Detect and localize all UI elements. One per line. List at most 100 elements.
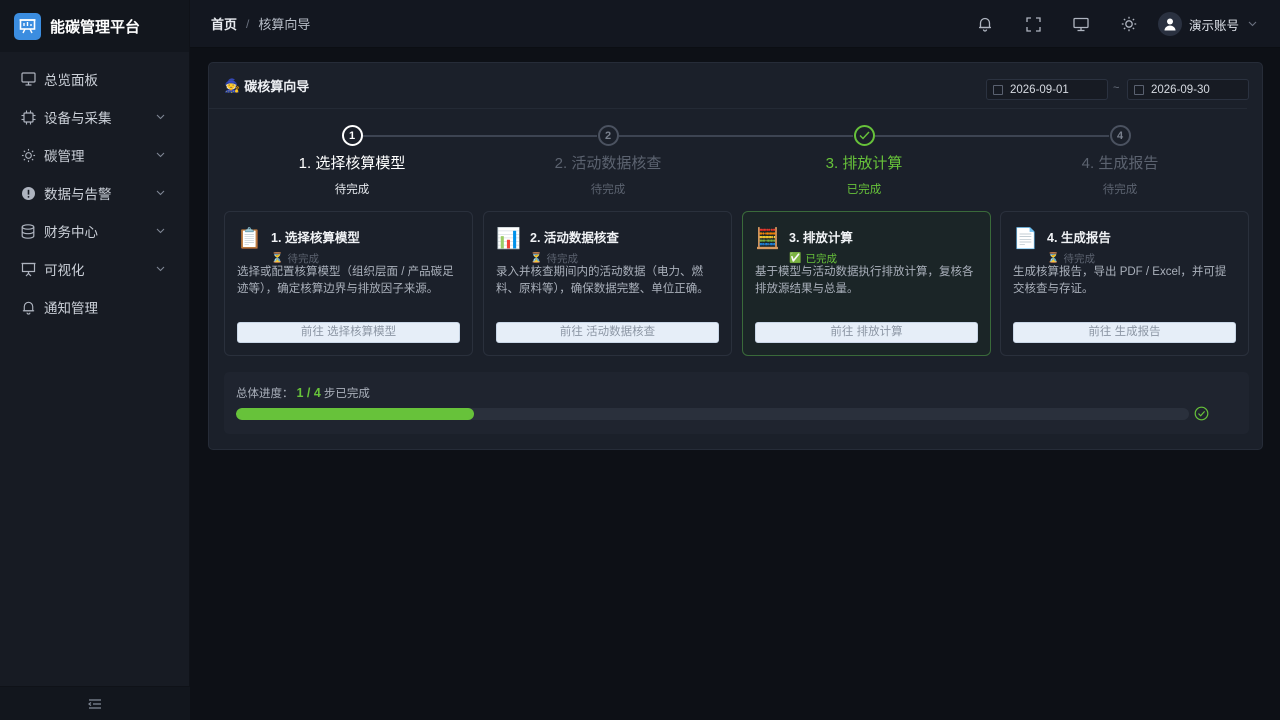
status-icon: ⏳: [530, 253, 543, 264]
chevron-down-icon: [155, 112, 165, 122]
overall-progress: 总体进度： 1 / 4 步已完成: [224, 372, 1249, 434]
chevron-down-icon: [155, 150, 165, 160]
sidebar-item[interactable]: 数据与告警: [0, 174, 189, 212]
sidebar-item[interactable]: 通知管理: [0, 288, 189, 326]
date-range-separator: ~: [1113, 82, 1120, 94]
task-title: 1. 选择核算模型: [271, 231, 360, 245]
step-number: 2: [604, 129, 612, 142]
sidebar: 能碳管理平台 总览面板设备与采集碳管理数据与告警财务中心可视化通知管理: [0, 0, 190, 720]
task-description: 生成核算报告，导出 PDF / Excel，并可提交核查与存证。: [1013, 266, 1227, 295]
task-title: 3. 排放计算: [789, 231, 853, 245]
sidebar-item[interactable]: 设备与采集: [0, 98, 189, 136]
task-description: 录入并核查期间内的活动数据（电力、燃料、原料等），确保数据完整、单位正确。: [496, 266, 709, 295]
sidebar-item-label: 总览面板: [44, 73, 98, 88]
task-title: 2. 活动数据核查: [530, 231, 619, 245]
go-to-step-button[interactable]: 前往 活动数据核查: [496, 322, 719, 343]
task-title: 4. 生成报告: [1047, 231, 1111, 245]
sidebar-item-label: 设备与采集: [44, 111, 112, 126]
check-icon: [859, 131, 870, 140]
task-emoji-icon: 📄: [1013, 228, 1038, 250]
wizard-title: 碳核算向导: [244, 79, 310, 94]
task-card: 🧮 3. 排放计算 ✅ 已完成 基于模型与活动数据执行排放计算，复核各排放源结果与总量。…: [742, 211, 991, 356]
task-card: 📊 2. 活动数据核查 ⏳ 待完成 录入并核查期间内的活动数据（电力、燃料、原料等），确…: [483, 211, 732, 356]
chevron-down-icon: [155, 188, 165, 198]
user-name: 演示账号: [1189, 18, 1240, 33]
calendar-icon: [1134, 84, 1144, 95]
chevron-down-icon: [155, 226, 165, 236]
wizard-step[interactable]: 4 4. 生成报告 待完成: [992, 125, 1248, 197]
user-menu[interactable]: 演示账号: [1158, 12, 1257, 36]
bell-icon: [20, 299, 36, 315]
sidebar-item[interactable]: 碳管理: [0, 136, 189, 174]
sidebar-item[interactable]: 总览面板: [0, 60, 189, 98]
date-end-value: 2026-09-30: [1151, 83, 1210, 96]
wizard-emoji-icon: 🧙: [224, 77, 241, 93]
logo-row[interactable]: 能碳管理平台: [0, 0, 189, 52]
task-card: 📋 1. 选择核算模型 ⏳ 待完成 选择或配置核算模型（组织层面 / 产品碳足迹等），确…: [224, 211, 473, 356]
progress-label: 总体进度： 1 / 4 步已完成: [236, 385, 370, 401]
task-emoji-icon: 🧮: [755, 228, 780, 250]
database-icon: [20, 223, 36, 239]
breadcrumb-home[interactable]: 首页: [211, 14, 237, 33]
wizard-step[interactable]: 1 1. 选择核算模型 待完成: [224, 125, 480, 197]
date-start-input[interactable]: 2026-09-01: [986, 79, 1108, 100]
step-number: 4: [1116, 129, 1124, 142]
app-title: 能碳管理平台: [50, 18, 141, 36]
progress-suffix: 步已完成: [323, 388, 370, 400]
chevron-down-icon: [1247, 19, 1257, 29]
breadcrumb-separator: /: [246, 16, 250, 31]
sidebar-item[interactable]: 财务中心: [0, 212, 189, 250]
step-circle: 2: [597, 125, 619, 146]
sidebar-item-label: 数据与告警: [44, 187, 112, 202]
fullscreen-icon[interactable]: [1024, 15, 1042, 33]
screen-monitor-icon[interactable]: [1072, 15, 1090, 33]
task-emoji-icon: 📊: [496, 228, 521, 250]
progress-count: 1 / 4: [296, 386, 321, 400]
check-circle-icon: [1194, 406, 1209, 421]
status-icon: ⏳: [1047, 253, 1060, 264]
calendar-icon: [993, 84, 1003, 95]
collapse-menu-button[interactable]: [0, 686, 190, 720]
task-header: 📋 1. 选择核算模型 ⏳ 待完成: [237, 226, 360, 266]
wizard-step[interactable]: 2 2. 活动数据核查待完成: [480, 125, 736, 197]
step-circle: 4: [1109, 125, 1131, 146]
monitor-icon: [20, 71, 36, 87]
step-status: 待完成: [334, 184, 370, 196]
sidebar-menu: 总览面板设备与采集碳管理数据与告警财务中心可视化通知管理: [0, 52, 189, 326]
progress-prefix: 总体进度：: [236, 388, 294, 400]
wizard-steps: 1 1. 选择核算模型 待完成 2 2. 活动数据核查 待完成 3. 排放计算 已完成 4 4. …: [224, 125, 1249, 197]
theme-sun-icon[interactable]: [1120, 15, 1138, 33]
collapse-menu-icon: [88, 698, 101, 709]
avatar: [1158, 12, 1182, 36]
sidebar-item-label: 碳管理: [44, 149, 85, 164]
go-to-step-button[interactable]: 前往 选择核算模型: [237, 322, 460, 343]
go-to-step-button[interactable]: 前往 排放计算: [755, 322, 978, 343]
task-header: 📄 4. 生成报告 ⏳ 待完成: [1013, 226, 1111, 266]
breadcrumb-current: 核算向导: [258, 17, 311, 32]
sidebar-item[interactable]: 可视化: [0, 250, 189, 288]
wizard-step[interactable]: 3. 排放计算已完成: [736, 125, 992, 197]
logo-icon: [14, 12, 41, 40]
step-circle: [853, 125, 875, 146]
notification-bell-icon[interactable]: [976, 15, 994, 33]
go-to-step-button[interactable]: 前往 生成报告: [1013, 322, 1236, 343]
chip-icon: [20, 109, 36, 125]
task-header: 🧮 3. 排放计算 ✅ 已完成: [755, 226, 853, 266]
presentation-icon: [20, 261, 36, 277]
task-description: 基于模型与活动数据执行排放计算，复核各排放源结果与总量。: [755, 266, 974, 295]
step-status: 已完成: [846, 184, 882, 196]
date-end-input[interactable]: 2026-09-30: [1127, 79, 1249, 100]
step-title: 2. 活动数据核查: [554, 155, 662, 172]
step-status: 待完成: [590, 184, 626, 196]
step-circle: 1: [341, 125, 363, 146]
status-icon: ⏳: [271, 253, 284, 264]
task-card: 📄 4. 生成报告 ⏳ 待完成 生成核算报告，导出 PDF / Excel，并可提交核查…: [1000, 211, 1249, 356]
alert-icon: [20, 185, 36, 201]
task-emoji-icon: 📋: [237, 228, 262, 250]
chevron-down-icon: [155, 264, 165, 274]
sidebar-item-label: 可视化: [44, 263, 85, 278]
wizard-card: 🧙 碳核算向导 2026-09-01 ~ 2026-09-30 1 1. 选择核算…: [208, 62, 1263, 450]
sidebar-item-label: 通知管理: [44, 301, 98, 316]
sidebar-item-label: 财务中心: [44, 225, 98, 240]
step-title: 3. 排放计算: [825, 155, 903, 172]
